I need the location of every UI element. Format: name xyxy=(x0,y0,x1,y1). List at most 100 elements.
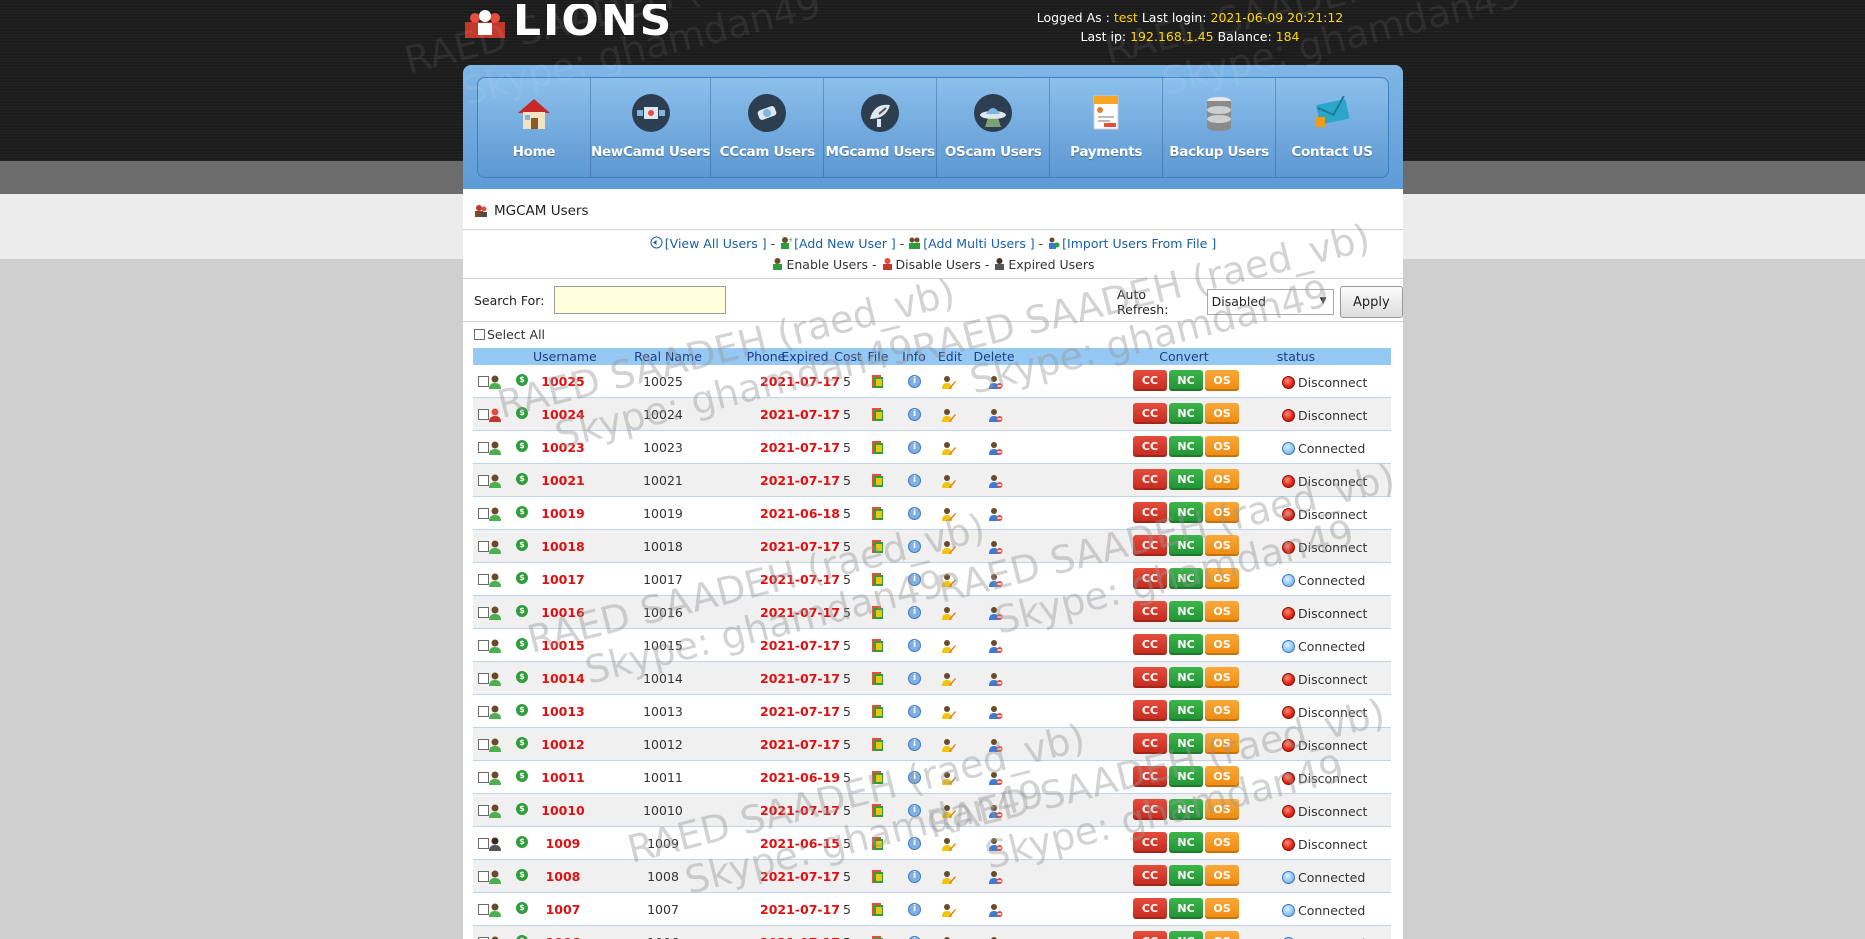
info-icon[interactable]: i xyxy=(908,507,921,520)
col-real-name[interactable]: Real Name xyxy=(633,349,703,364)
edit-user-icon[interactable] xyxy=(940,737,956,753)
delete-user-icon[interactable] xyxy=(987,440,1003,456)
delete-user-icon[interactable] xyxy=(987,737,1003,753)
info-icon[interactable]: i xyxy=(908,408,921,421)
nav-item-mgcamd-users[interactable]: MGcamd Users xyxy=(824,78,938,177)
username-link[interactable]: 10010 xyxy=(528,803,598,818)
convert-cc-button[interactable]: CC xyxy=(1133,931,1167,939)
file-icon[interactable] xyxy=(870,605,884,620)
convert-cc-button[interactable]: CC xyxy=(1133,634,1167,655)
info-icon[interactable]: i xyxy=(908,903,921,916)
convert-nc-button[interactable]: NC xyxy=(1169,733,1203,754)
payment-icon[interactable]: $ xyxy=(516,374,528,386)
add-new-user-link[interactable]: [Add New User ] xyxy=(794,236,896,251)
edit-user-icon[interactable] xyxy=(940,440,956,456)
payment-icon[interactable]: $ xyxy=(516,407,528,419)
edit-user-icon[interactable] xyxy=(940,605,956,621)
edit-user-icon[interactable] xyxy=(940,704,956,720)
info-icon[interactable]: i xyxy=(908,870,921,883)
expired-users-filter[interactable]: Expired Users xyxy=(1008,257,1094,272)
nav-item-oscam-users[interactable]: OScam Users xyxy=(937,78,1051,177)
payment-icon[interactable]: $ xyxy=(516,539,528,551)
file-icon[interactable] xyxy=(870,407,884,422)
convert-nc-button[interactable]: NC xyxy=(1169,634,1203,655)
payment-icon[interactable]: $ xyxy=(516,638,528,650)
delete-user-icon[interactable] xyxy=(987,671,1003,687)
info-icon[interactable]: i xyxy=(908,606,921,619)
apply-button[interactable]: Apply xyxy=(1339,286,1403,318)
delete-user-icon[interactable] xyxy=(987,638,1003,654)
payment-icon[interactable]: $ xyxy=(516,869,528,881)
convert-os-button[interactable]: OS xyxy=(1205,502,1239,523)
convert-os-button[interactable]: OS xyxy=(1205,469,1239,490)
username-link[interactable]: 10023 xyxy=(528,440,598,455)
delete-user-icon[interactable] xyxy=(987,506,1003,522)
convert-os-button[interactable]: OS xyxy=(1205,832,1239,853)
delete-user-icon[interactable] xyxy=(987,407,1003,423)
add-multi-users-link[interactable]: [Add Multi Users ] xyxy=(923,236,1034,251)
convert-cc-button[interactable]: CC xyxy=(1133,502,1167,523)
convert-cc-button[interactable]: CC xyxy=(1133,898,1167,919)
edit-user-icon[interactable] xyxy=(940,506,956,522)
delete-user-icon[interactable] xyxy=(987,770,1003,786)
auto-refresh-select[interactable]: Disabled ▼ xyxy=(1206,289,1334,315)
payment-icon[interactable]: $ xyxy=(516,902,528,914)
file-icon[interactable] xyxy=(870,770,884,785)
file-icon[interactable] xyxy=(870,638,884,653)
convert-nc-button[interactable]: NC xyxy=(1169,865,1203,886)
username-link[interactable]: 1008 xyxy=(528,869,598,884)
payment-icon[interactable]: $ xyxy=(516,935,528,939)
info-icon[interactable]: i xyxy=(908,573,921,586)
edit-user-icon[interactable] xyxy=(940,539,956,555)
search-input[interactable] xyxy=(554,286,727,314)
file-icon[interactable] xyxy=(870,836,884,851)
convert-nc-button[interactable]: NC xyxy=(1169,568,1203,589)
convert-os-button[interactable]: OS xyxy=(1205,370,1239,391)
delete-user-icon[interactable] xyxy=(987,704,1003,720)
convert-cc-button[interactable]: CC xyxy=(1133,568,1167,589)
username-link[interactable]: 10017 xyxy=(528,572,598,587)
nav-item-cccam-users[interactable]: CCcam Users xyxy=(711,78,825,177)
info-icon[interactable]: i xyxy=(908,474,921,487)
username-link[interactable]: 10013 xyxy=(528,704,598,719)
site-logo[interactable]: LIONS xyxy=(463,0,673,38)
select-all-checkbox[interactable] xyxy=(474,329,485,340)
nav-item-contact-us[interactable]: Contact US xyxy=(1276,78,1388,177)
file-icon[interactable] xyxy=(870,803,884,818)
delete-user-icon[interactable] xyxy=(987,572,1003,588)
convert-os-button[interactable]: OS xyxy=(1205,403,1239,424)
username-link[interactable]: 1009 xyxy=(528,836,598,851)
edit-user-icon[interactable] xyxy=(940,572,956,588)
edit-user-icon[interactable] xyxy=(940,671,956,687)
convert-os-button[interactable]: OS xyxy=(1205,535,1239,556)
username-link[interactable]: 10019 xyxy=(528,506,598,521)
convert-os-button[interactable]: OS xyxy=(1205,865,1239,886)
file-icon[interactable] xyxy=(870,374,884,389)
col-expired[interactable]: Expired xyxy=(775,349,835,364)
payment-icon[interactable]: $ xyxy=(516,506,528,518)
convert-nc-button[interactable]: NC xyxy=(1169,535,1203,556)
convert-os-button[interactable]: OS xyxy=(1205,733,1239,754)
select-all[interactable]: Select All xyxy=(474,327,545,342)
convert-cc-button[interactable]: CC xyxy=(1133,865,1167,886)
payment-icon[interactable]: $ xyxy=(516,671,528,683)
convert-cc-button[interactable]: CC xyxy=(1133,436,1167,457)
file-icon[interactable] xyxy=(870,539,884,554)
info-icon[interactable]: i xyxy=(908,705,921,718)
info-icon[interactable]: i xyxy=(908,804,921,817)
nav-item-home[interactable]: Home xyxy=(478,78,591,177)
view-all-users-link[interactable]: [View All Users ] xyxy=(665,236,767,251)
edit-user-icon[interactable] xyxy=(940,407,956,423)
username-link[interactable]: 10025 xyxy=(528,374,598,389)
file-icon[interactable] xyxy=(870,473,884,488)
convert-os-button[interactable]: OS xyxy=(1205,568,1239,589)
convert-nc-button[interactable]: NC xyxy=(1169,469,1203,490)
convert-cc-button[interactable]: CC xyxy=(1133,799,1167,820)
username-link[interactable]: 10011 xyxy=(528,770,598,785)
convert-os-button[interactable]: OS xyxy=(1205,931,1239,939)
payment-icon[interactable]: $ xyxy=(516,473,528,485)
convert-nc-button[interactable]: NC xyxy=(1169,436,1203,457)
nav-item-payments[interactable]: Payments xyxy=(1050,78,1164,177)
edit-user-icon[interactable] xyxy=(940,869,956,885)
convert-cc-button[interactable]: CC xyxy=(1133,469,1167,490)
